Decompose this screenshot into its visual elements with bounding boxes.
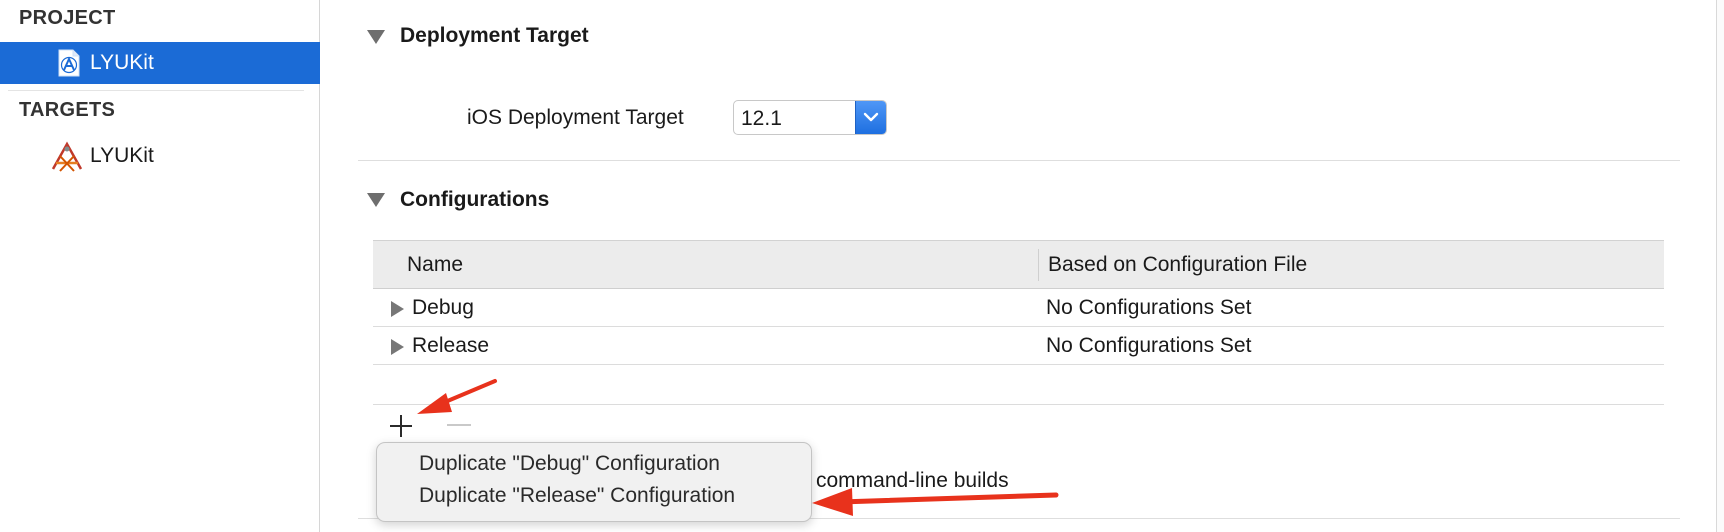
deployment-group-title: Deployment Target [400, 24, 589, 47]
sidebar-item-project[interactable]: LYUKit [0, 42, 320, 84]
table-row[interactable]: Debug No Configurations Set [373, 289, 1664, 327]
config-file: No Configurations Set [1046, 296, 1252, 319]
deployment-disclosure-icon[interactable] [367, 30, 385, 44]
sidebar-divider [8, 90, 304, 91]
configurations-disclosure-icon[interactable] [367, 193, 385, 207]
targets-section-header: TARGETS [19, 99, 116, 121]
sidebar: PROJECT LYUKit TARGETS LYUKit [0, 0, 320, 532]
configurations-table: Name Based on Configuration File Debug N… [373, 240, 1664, 405]
partially-hidden-text: command-line builds [816, 469, 1009, 492]
column-header-name[interactable]: Name [407, 253, 463, 277]
popup-value: 12.1 [741, 107, 782, 130]
column-divider[interactable] [1038, 249, 1039, 281]
table-empty-row [373, 365, 1664, 405]
window-edge [1716, 0, 1724, 532]
disclosure-triangle-icon[interactable] [391, 339, 404, 355]
section-divider [358, 160, 1680, 161]
ios-deployment-target-popup[interactable]: 12.1 [733, 100, 887, 135]
disclosure-triangle-icon[interactable] [391, 301, 404, 317]
project-file-icon [54, 48, 84, 78]
configurations-group-title: Configurations [400, 188, 550, 211]
config-name: Debug [412, 296, 474, 319]
config-name: Release [412, 334, 490, 357]
add-configuration-menu: Duplicate "Debug" Configuration Duplicat… [376, 442, 812, 522]
app-target-icon [50, 141, 83, 172]
table-header: Name Based on Configuration File [373, 240, 1664, 289]
table-row[interactable]: Release No Configurations Set [373, 327, 1664, 365]
plus-icon[interactable] [388, 413, 414, 439]
sidebar-item-target[interactable]: LYUKit [0, 135, 320, 177]
menu-item-duplicate-debug[interactable]: Duplicate "Debug" Configuration [419, 452, 720, 476]
menu-item-duplicate-release[interactable]: Duplicate "Release" Configuration [419, 484, 735, 508]
project-section-header: PROJECT [19, 7, 116, 29]
sidebar-item-label: LYUKit [90, 51, 154, 74]
chevron-down-icon[interactable] [855, 101, 886, 134]
ios-deployment-target-label: iOS Deployment Target [467, 106, 684, 129]
sidebar-item-label: LYUKit [90, 144, 154, 167]
config-file: No Configurations Set [1046, 334, 1252, 357]
column-header-config-file[interactable]: Based on Configuration File [1048, 253, 1307, 277]
minus-icon[interactable] [447, 424, 471, 426]
